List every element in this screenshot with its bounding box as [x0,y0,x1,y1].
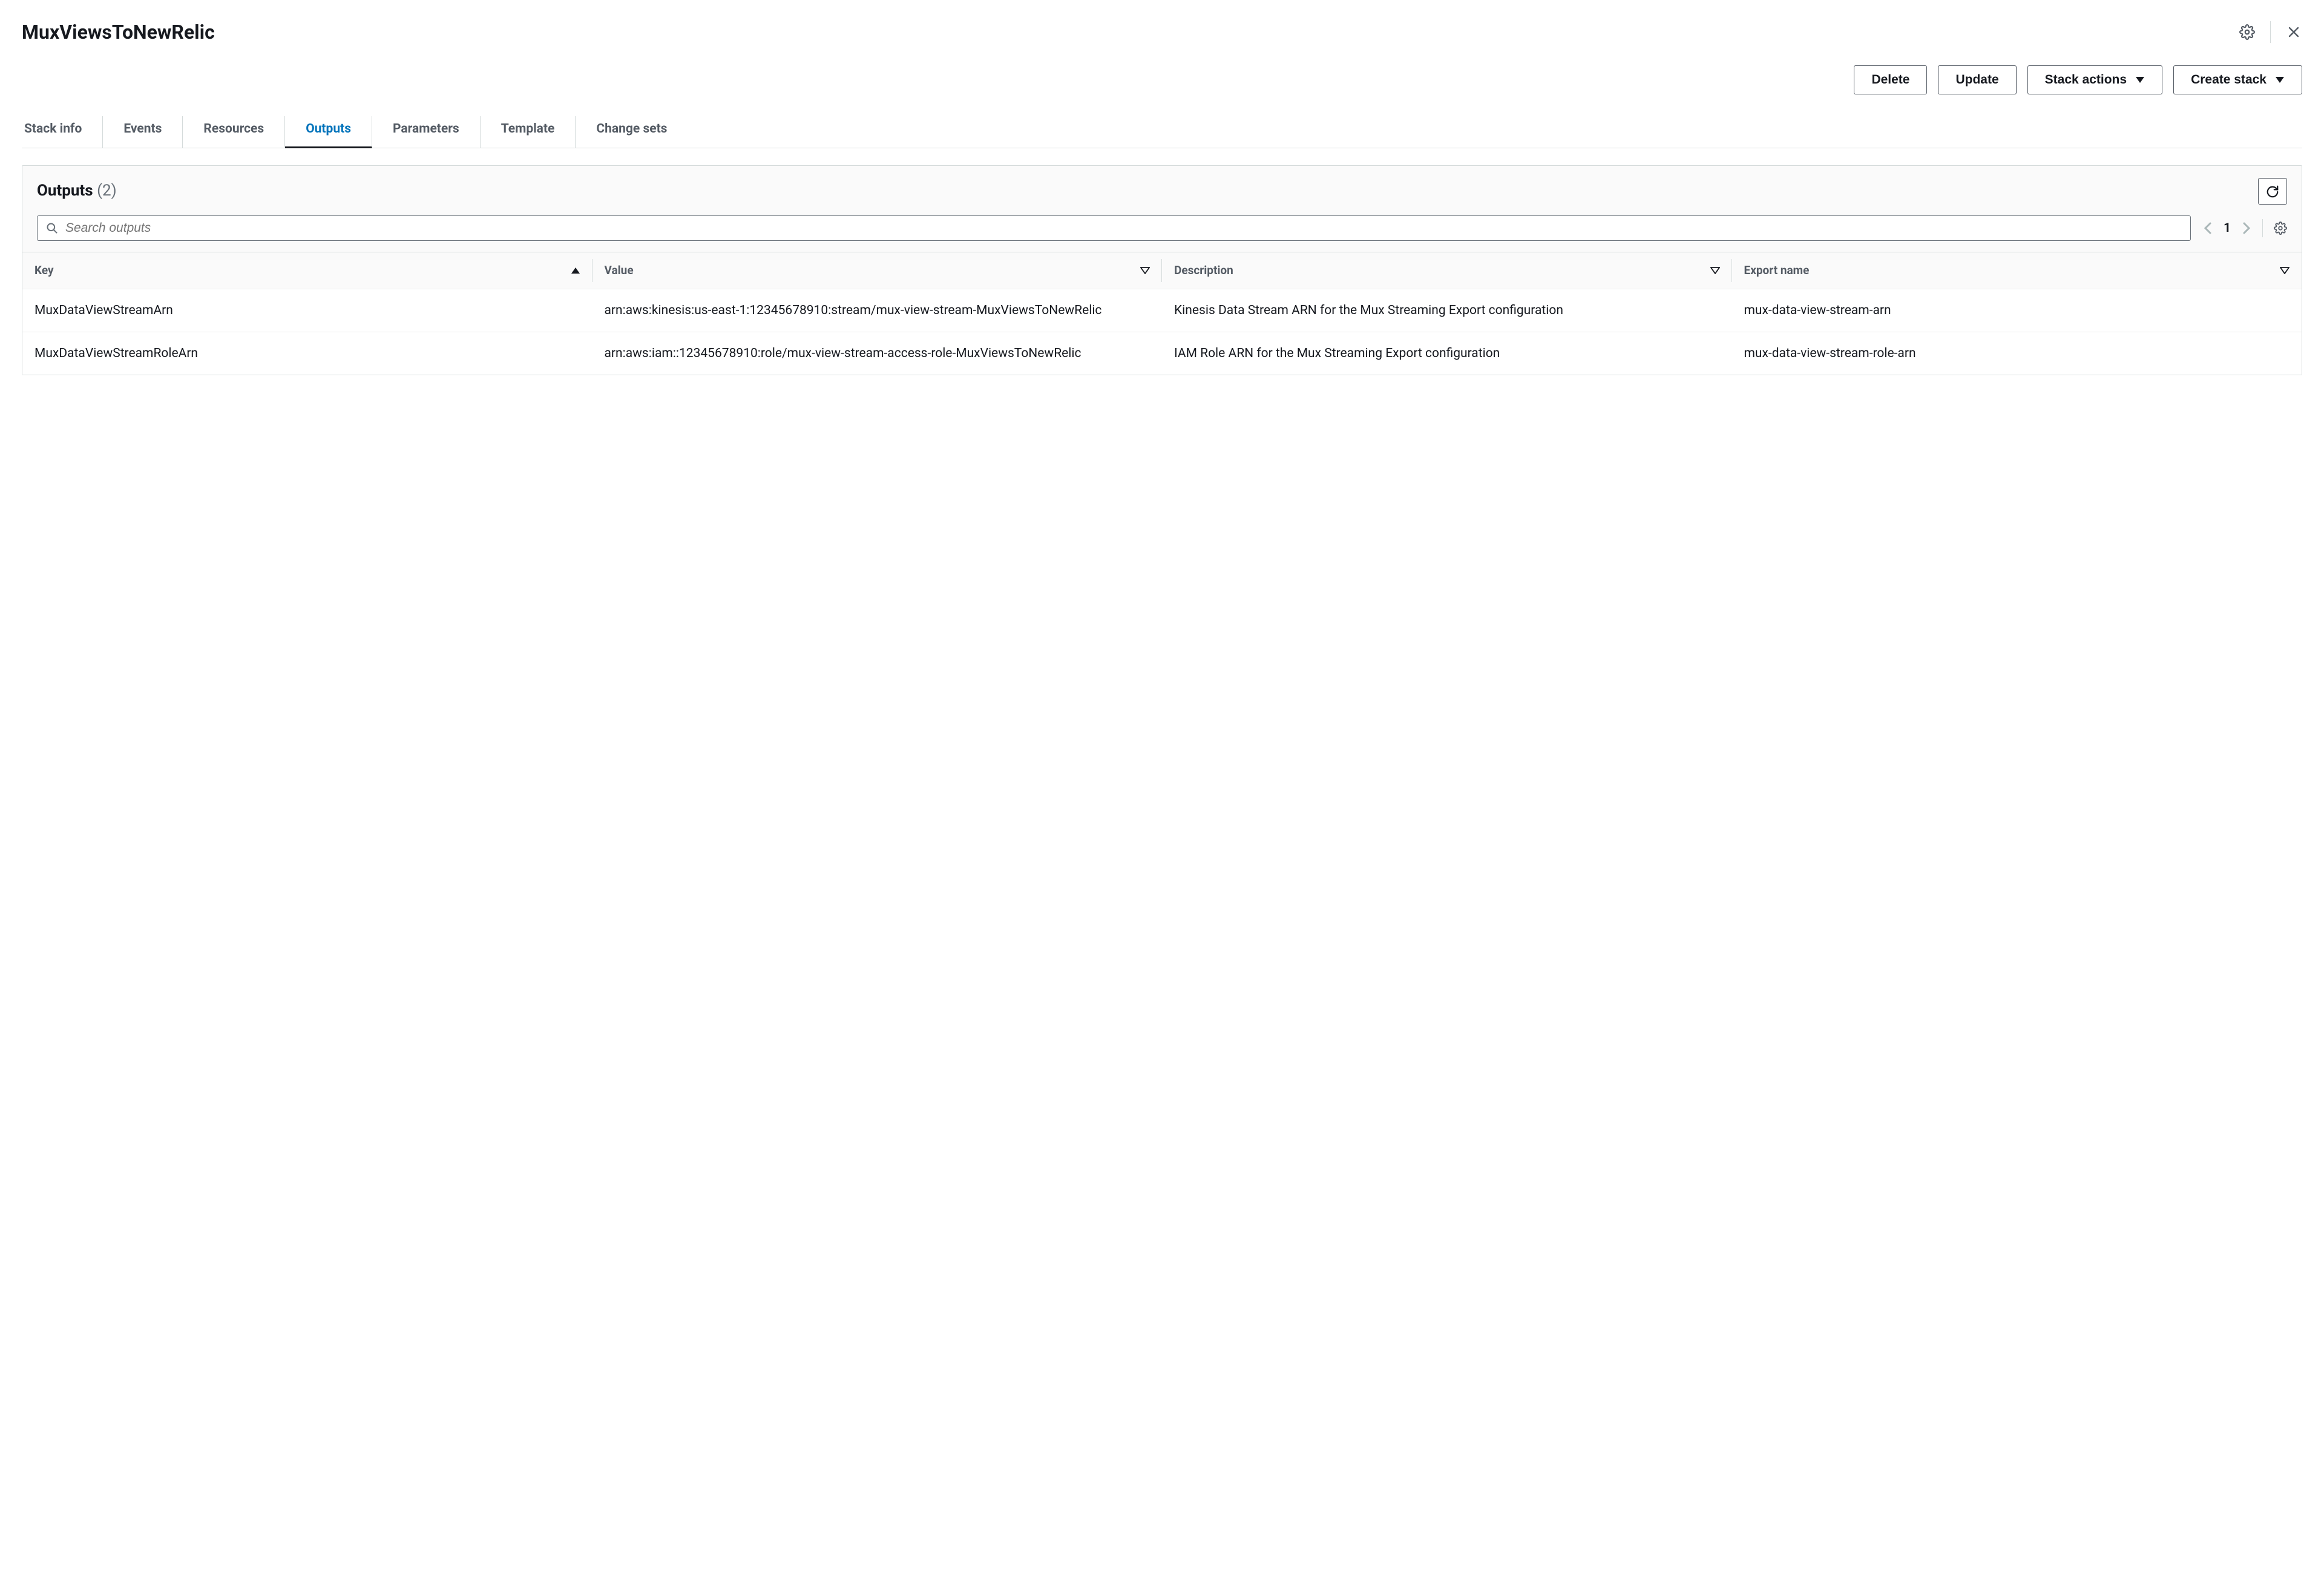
tab-outputs[interactable]: Outputs [285,116,372,148]
chevron-left-icon[interactable] [2203,221,2213,235]
search-icon [46,222,58,234]
panel-count: (2) [97,182,117,200]
chevron-right-icon[interactable] [2242,221,2251,235]
cell-value: arn:aws:iam::12345678910:role/mux-view-s… [592,332,1163,375]
pager-divider [2262,219,2263,237]
sort-asc-icon [571,267,580,274]
caret-down-icon [2135,76,2145,84]
create-stack-label: Create stack [2191,72,2267,87]
create-stack-button[interactable]: Create stack [2173,65,2302,94]
tab-template[interactable]: Template [481,116,576,148]
cell-export-name: mux-data-view-stream-role-arn [1732,332,2302,375]
stack-actions-button[interactable]: Stack actions [2027,65,2162,94]
outputs-panel: Outputs (2) 1 [22,165,2302,375]
tab-resources[interactable]: Resources [183,116,285,148]
cell-description: IAM Role ARN for the Mux Streaming Expor… [1162,332,1732,375]
tab-bar: Stack infoEventsResourcesOutputsParamete… [22,116,2302,148]
page-title: MuxViewsToNewRelic [22,18,215,46]
column-header-value[interactable]: Value [592,252,1163,289]
cell-key: MuxDataViewStreamArn [22,289,592,332]
column-header-key[interactable]: Key [22,252,592,289]
tab-events[interactable]: Events [103,116,183,148]
outputs-table: Key Value [22,252,2302,375]
sort-icon [1140,267,1150,274]
gear-icon[interactable] [2239,24,2256,41]
table-row: MuxDataViewStreamArnarn:aws:kinesis:us-e… [22,289,2302,332]
header-divider [2270,21,2271,43]
cell-export-name: mux-data-view-stream-arn [1732,289,2302,332]
close-icon[interactable] [2285,24,2302,41]
table-settings-icon[interactable] [2274,222,2287,235]
stack-actions-label: Stack actions [2045,72,2127,87]
page-number: 1 [2224,219,2231,237]
column-header-export-name[interactable]: Export name [1732,252,2302,289]
column-header-description[interactable]: Description [1162,252,1732,289]
refresh-button[interactable] [2258,178,2287,205]
sort-icon [2280,267,2290,274]
caret-down-icon [2275,76,2285,84]
tab-change-sets[interactable]: Change sets [576,116,688,148]
cell-value: arn:aws:kinesis:us-east-1:12345678910:st… [592,289,1163,332]
pagination: 1 [2203,219,2287,237]
cell-description: Kinesis Data Stream ARN for the Mux Stre… [1162,289,1732,332]
panel-title: Outputs [37,182,93,200]
delete-button[interactable]: Delete [1854,65,1927,94]
cell-key: MuxDataViewStreamRoleArn [22,332,592,375]
tab-stack-info[interactable]: Stack info [22,116,103,148]
update-button[interactable]: Update [1938,65,2016,94]
action-bar: Delete Update Stack actions Create stack [22,65,2302,94]
search-input[interactable] [65,221,2182,235]
tab-parameters[interactable]: Parameters [372,116,481,148]
table-row: MuxDataViewStreamRoleArnarn:aws:iam::123… [22,332,2302,375]
search-input-wrapper[interactable] [37,215,2191,241]
refresh-icon [2266,185,2279,198]
sort-icon [1710,267,1720,274]
